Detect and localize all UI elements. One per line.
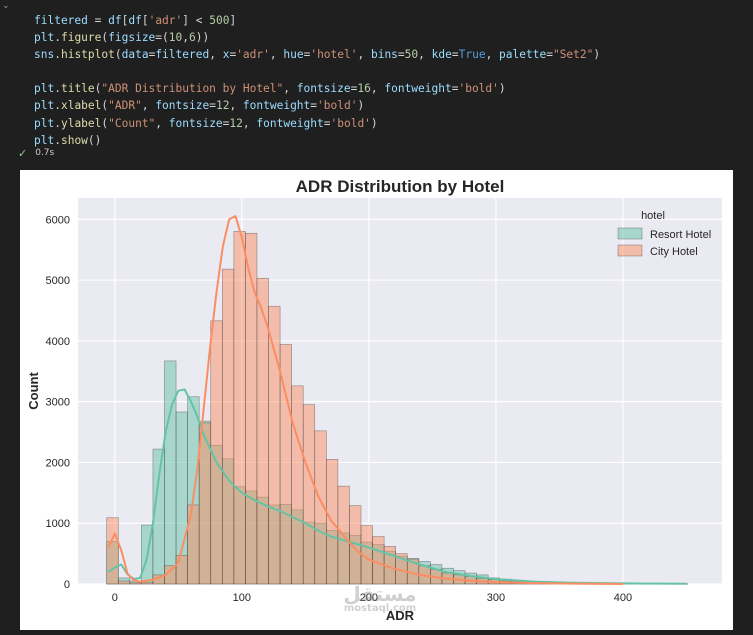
histogram-bar: [175, 555, 188, 585]
y-tick-label: 3000: [46, 397, 70, 409]
code-line-1: filtered = df[df['adr'] < 500]: [34, 14, 237, 27]
histogram-bar: [245, 232, 258, 585]
histogram-bar: [221, 268, 235, 585]
code-editor[interactable]: filtered = df[df['adr'] < 500] plt.figur…: [34, 12, 600, 149]
y-tick-label: 1000: [46, 518, 70, 530]
histogram-bar: [106, 517, 119, 585]
watermark: مستقل mostaql.com: [330, 584, 430, 614]
code-line-2: plt.figure(figsize=(10,6)): [34, 31, 210, 45]
cell-gutter[interactable]: ⌄: [0, 0, 22, 162]
x-tick-label: 300: [487, 592, 505, 604]
watermark-arabic: مستقل: [343, 582, 417, 606]
y-tick-label: 4000: [46, 336, 70, 348]
y-tick-label: 2000: [46, 457, 70, 469]
execution-status: ✓ 0.7s: [18, 146, 54, 160]
code-line-7: plt.ylabel("Count", fontsize=12, fontwei…: [34, 116, 378, 130]
histogram-chart: 01000200030004000500060000 100 200 300 400AD…: [26, 177, 722, 623]
x-tick-label: 400: [614, 592, 632, 604]
histogram-bar: [129, 582, 142, 585]
y-tick-label: 6000: [46, 214, 70, 226]
histogram-bar: [291, 385, 304, 585]
cell-output: 0 1000 2000 3000 4000 5000 6000 0 100 200 300 400 AD…: [20, 170, 733, 630]
code-line-8: plt.show(): [34, 133, 102, 147]
histogram-bar: [164, 360, 177, 585]
chart-title: ADR Distribution by Hotel: [296, 177, 505, 196]
code-line-5: plt.title("ADR Distribution by Hotel", f…: [34, 82, 506, 96]
legend-label: City Hotel: [650, 246, 698, 258]
x-tick-label: 0: [112, 592, 118, 604]
watermark-latin: mostaql.com: [343, 603, 417, 614]
run-time: 0.7s: [35, 148, 55, 158]
y-tick-label: 0: [64, 579, 70, 591]
y-tick-label: 5000: [46, 275, 70, 287]
histogram-bar: [302, 404, 316, 585]
histogram-bar: [372, 536, 385, 585]
collapse-chevron-icon[interactable]: ⌄: [2, 2, 10, 11]
histogram-bar: [233, 231, 246, 585]
histogram-bar: [141, 581, 154, 585]
legend-swatch: [617, 227, 643, 240]
x-tick-label: 100: [233, 592, 251, 604]
code-cell[interactable]: ⌄ filtered = df[df['adr'] < 500] plt.fig…: [0, 0, 753, 162]
legend-label: Resort Hotel: [650, 229, 711, 241]
y-axis-label: Count: [26, 372, 41, 410]
histogram-bar: [117, 580, 131, 585]
legend-swatch: [617, 244, 643, 257]
code-line-3: sns.histplot(data=filtered, x='adr', hue…: [34, 48, 601, 62]
check-icon: ✓: [18, 146, 28, 160]
legend-title: hotel: [641, 210, 665, 222]
code-line-6: plt.xlabel("ADR", fontsize=12, fontweigh…: [34, 99, 365, 113]
